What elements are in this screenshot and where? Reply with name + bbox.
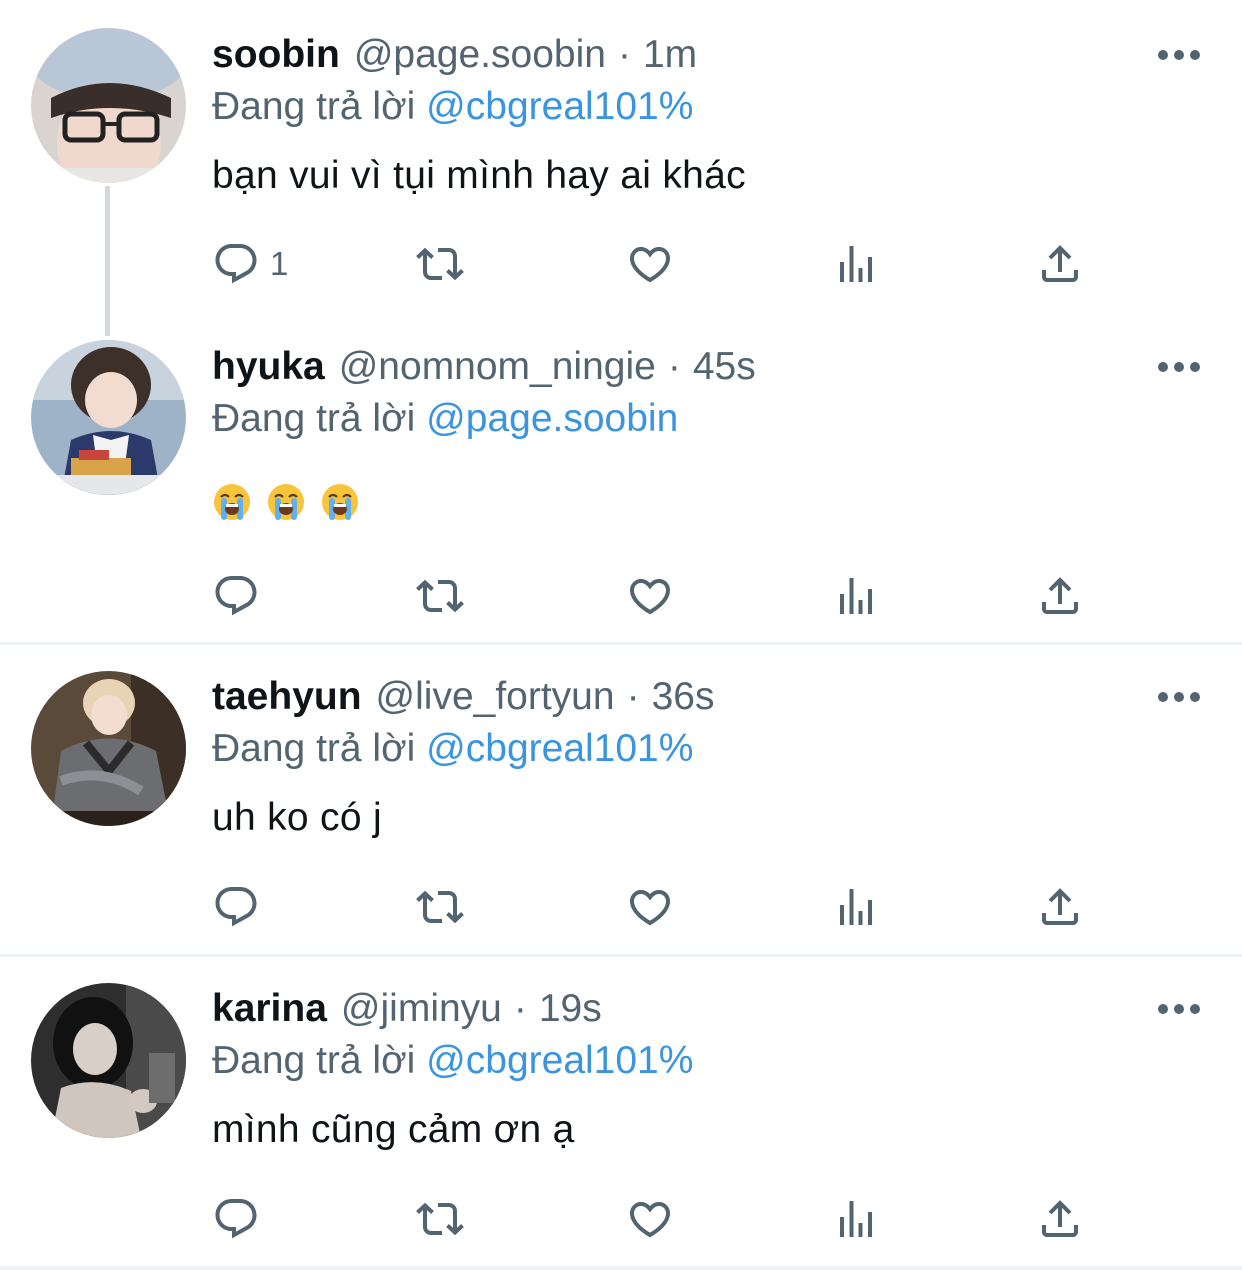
tweet-text: uh ko có j — [212, 796, 382, 839]
reply-button[interactable] — [212, 1193, 270, 1245]
timestamp[interactable]: 1m — [643, 27, 697, 83]
share-button[interactable] — [1036, 1193, 1084, 1245]
analytics-icon — [840, 246, 872, 282]
mention-link[interactable]: @cbgreal101% — [426, 85, 693, 128]
views-button[interactable] — [832, 570, 880, 622]
retweet-icon — [416, 890, 464, 924]
separator: · — [667, 345, 681, 388]
mention-link[interactable]: @cbgreal101% — [426, 727, 693, 770]
reply-icon — [215, 1199, 257, 1239]
replying-to-label: Đang trả lời — [212, 1039, 416, 1082]
like-button[interactable] — [626, 238, 674, 290]
reply-button[interactable]: 1 — [212, 238, 288, 290]
share-icon — [1042, 245, 1078, 282]
action-bar — [212, 881, 1092, 933]
reply-icon — [215, 576, 257, 616]
retweet-button[interactable] — [416, 881, 464, 933]
separator: · — [513, 987, 527, 1030]
tweet-soobin[interactable]: soobin @page.soobin · 1m Đang trả lời @c… — [0, 0, 1242, 336]
reply-icon — [215, 887, 257, 927]
action-bar — [212, 1193, 1092, 1245]
tweet-text: mình cũng cảm ơn ạ — [212, 1108, 575, 1151]
timestamp[interactable]: 19s — [539, 981, 602, 1037]
loudly-crying-face-icon — [322, 484, 358, 520]
views-button[interactable] — [832, 881, 880, 933]
analytics-icon — [840, 889, 872, 925]
divider — [0, 1266, 1242, 1270]
reply-icon — [215, 244, 257, 284]
tweet-header: taehyun @live_fortyun · 36s — [212, 669, 714, 725]
more-icon[interactable] — [1158, 359, 1200, 375]
timestamp[interactable]: 45s — [693, 339, 756, 395]
retweet-icon — [416, 247, 464, 281]
tweet-header: hyuka @nomnom_ningie · 45s — [212, 339, 756, 395]
like-button[interactable] — [626, 881, 674, 933]
replying-to-label: Đang trả lời — [212, 727, 416, 770]
replying-to: Đang trả lời @cbgreal101% — [212, 79, 693, 135]
heart-icon — [629, 890, 671, 926]
views-button[interactable] — [832, 1193, 880, 1245]
share-icon — [1042, 888, 1078, 925]
tweet-header: soobin @page.soobin · 1m — [212, 27, 697, 83]
tweet-karina[interactable]: karina @jiminyu · 19s Đang trả lời @cbgr… — [0, 957, 1242, 1270]
share-button[interactable] — [1036, 881, 1084, 933]
replying-to-label: Đang trả lời — [212, 85, 416, 128]
share-icon — [1042, 577, 1078, 614]
reply-button[interactable] — [212, 881, 270, 933]
like-button[interactable] — [626, 570, 674, 622]
separator: · — [617, 33, 631, 76]
more-icon[interactable] — [1158, 689, 1200, 705]
user-handle[interactable]: @jiminyu — [341, 981, 502, 1037]
replying-to: Đang trả lời @page.soobin — [212, 391, 678, 447]
tweet-header: karina @jiminyu · 19s — [212, 981, 602, 1037]
retweet-button[interactable] — [416, 1193, 464, 1245]
mention-link[interactable]: @page.soobin — [426, 397, 678, 440]
retweet-button[interactable] — [416, 238, 464, 290]
user-handle[interactable]: @nomnom_ningie — [339, 339, 656, 395]
share-icon — [1042, 1200, 1078, 1237]
reply-button[interactable] — [212, 570, 270, 622]
avatar-hyuka[interactable] — [31, 340, 186, 495]
timestamp[interactable]: 36s — [652, 669, 715, 725]
display-name[interactable]: taehyun — [212, 669, 362, 725]
display-name[interactable]: karina — [212, 981, 327, 1037]
heart-icon — [629, 1202, 671, 1238]
analytics-icon — [840, 1201, 872, 1237]
more-icon[interactable] — [1158, 47, 1200, 63]
user-handle[interactable]: @live_fortyun — [376, 669, 615, 725]
tweet-text — [212, 482, 360, 522]
user-handle[interactable]: @page.soobin — [354, 27, 606, 83]
tweet-taehyun[interactable]: taehyun @live_fortyun · 36s Đang trả lời… — [0, 645, 1242, 955]
reply-count: 1 — [270, 245, 289, 282]
avatar-soobin[interactable] — [31, 28, 186, 183]
tweet-hyuka[interactable]: hyuka @nomnom_ningie · 45s Đang trả lời … — [0, 330, 1242, 643]
display-name[interactable]: hyuka — [212, 339, 325, 395]
action-bar: 1 — [212, 238, 1092, 290]
share-button[interactable] — [1036, 238, 1084, 290]
heart-icon — [629, 247, 671, 283]
more-icon[interactable] — [1158, 1001, 1200, 1017]
analytics-icon — [840, 578, 872, 614]
heart-icon — [629, 579, 671, 615]
tweet-text: bạn vui vì tụi mình hay ai khác — [212, 154, 746, 197]
loudly-crying-face-icon — [268, 484, 304, 520]
like-button[interactable] — [626, 1193, 674, 1245]
thread-line — [105, 186, 110, 336]
views-button[interactable] — [832, 238, 880, 290]
share-button[interactable] — [1036, 570, 1084, 622]
display-name[interactable]: soobin — [212, 27, 340, 83]
retweet-icon — [416, 1202, 464, 1236]
replying-to-label: Đang trả lời — [212, 397, 416, 440]
mention-link[interactable]: @cbgreal101% — [426, 1039, 693, 1082]
replying-to: Đang trả lời @cbgreal101% — [212, 721, 693, 777]
retweet-button[interactable] — [416, 570, 464, 622]
avatar-karina[interactable] — [31, 983, 186, 1138]
retweet-icon — [416, 579, 464, 613]
avatar-taehyun[interactable] — [31, 671, 186, 826]
loudly-crying-face-icon — [214, 484, 250, 520]
separator: · — [626, 675, 640, 718]
replying-to: Đang trả lời @cbgreal101% — [212, 1033, 693, 1089]
action-bar — [212, 570, 1092, 622]
